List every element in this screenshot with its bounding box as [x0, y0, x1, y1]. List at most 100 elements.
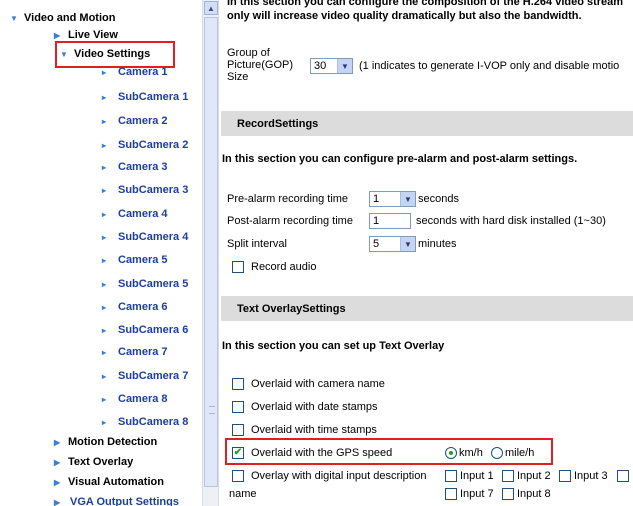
nav-camera-6[interactable]: ▸ Camera 6 [102, 301, 168, 313]
digital-input-label-line-1: Overlay with digital input description [251, 470, 427, 482]
collapsed-arrow-icon: ▶ [54, 30, 61, 40]
input-2-label: Input 2 [517, 470, 551, 482]
settings-content: In this section you can configure the co… [219, 0, 633, 506]
input-7-checkbox[interactable] [445, 488, 457, 500]
bullet-arrow-icon: ▸ [102, 92, 107, 102]
text-overlay-description: In this section you can set up Text Over… [222, 340, 445, 352]
input-1-label: Input 1 [460, 470, 494, 482]
gps-speed-checkbox[interactable]: ✔ [232, 447, 244, 459]
record-settings-description: In this section you can configure pre-al… [222, 153, 578, 165]
collapsed-arrow-icon: ▶ [54, 477, 61, 487]
chevron-down-icon: ▼ [400, 237, 415, 251]
post-alarm-input[interactable]: 1 [369, 213, 411, 229]
nav-label: Camera 3 [118, 161, 168, 173]
nav-label: SubCamera 4 [118, 231, 189, 243]
split-interval-unit: minutes [418, 238, 457, 250]
nav-label: Camera 6 [118, 301, 168, 313]
nav-camera-1[interactable]: ▸ Camera 1 [102, 66, 168, 78]
nav-subcamera-8[interactable]: ▸ SubCamera 8 [102, 416, 188, 428]
gop-label-line-1: Group of [227, 47, 270, 59]
nav-camera-2[interactable]: ▸ Camera 2 [102, 115, 168, 127]
collapsed-arrow-icon: ▶ [54, 497, 61, 506]
nav-motion-detection[interactable]: ▶ Motion Detection [54, 436, 157, 448]
nav-subcamera-4[interactable]: ▸ SubCamera 4 [102, 231, 188, 243]
input-7-label: Input 7 [460, 488, 494, 500]
navigation-tree: ▼ Video and Motion ▶ Live View ▼ Video S… [0, 0, 202, 506]
nav-visual-automation[interactable]: ▶ Visual Automation [54, 476, 164, 488]
input-1-checkbox[interactable] [445, 470, 457, 482]
gop-label-line-3: Size [227, 71, 249, 83]
mileh-radio[interactable] [491, 447, 503, 459]
nav-vga-output-settings[interactable]: ▶ VGA Output Settings [54, 496, 179, 506]
nav-subcamera-1[interactable]: ▸ SubCamera 1 [102, 91, 188, 103]
chevron-down-icon: ▼ [337, 59, 352, 73]
nav-text-overlay[interactable]: ▶ Text Overlay [54, 456, 133, 468]
gop-label-line-2: Picture(GOP) [227, 59, 294, 71]
nav-label: SubCamera 2 [118, 139, 189, 151]
nav-subcamera-7[interactable]: ▸ SubCamera 7 [102, 370, 188, 382]
record-audio-label: Record audio [251, 261, 317, 273]
scroll-thumb[interactable] [204, 17, 218, 487]
bullet-arrow-icon: ▸ [102, 255, 107, 265]
nav-camera-5[interactable]: ▸ Camera 5 [102, 254, 168, 266]
bullet-arrow-icon: ▸ [102, 116, 107, 126]
gop-size-select[interactable]: 30 ▼ [310, 58, 353, 74]
nav-label: SubCamera 1 [118, 91, 189, 103]
pre-alarm-value: 1 [373, 193, 380, 205]
nav-label: SubCamera 5 [118, 278, 189, 290]
split-interval-value: 5 [373, 238, 380, 250]
bullet-arrow-icon: ▸ [102, 347, 107, 357]
split-interval-label: Split interval [227, 238, 287, 250]
intro-text-line-1: In this section you can configure the co… [227, 0, 624, 8]
digital-input-checkbox[interactable] [232, 470, 244, 482]
kmh-label: km/h [459, 447, 483, 459]
nav-scrollbar[interactable]: ▲ [202, 0, 219, 506]
input-next-checkbox[interactable] [617, 470, 629, 482]
record-audio-checkbox[interactable] [232, 261, 244, 273]
gop-label: Group of Picture(GOP) Size [227, 47, 293, 83]
nav-label: SubCamera 6 [118, 324, 189, 336]
nav-video-and-motion[interactable]: ▼ Video and Motion [10, 12, 115, 24]
nav-camera-3[interactable]: ▸ Camera 3 [102, 161, 168, 173]
nav-camera-7[interactable]: ▸ Camera 7 [102, 346, 168, 358]
post-alarm-label: Post-alarm recording time [227, 215, 353, 227]
gps-speed-label: Overlaid with the GPS speed [251, 447, 393, 459]
nav-subcamera-3[interactable]: ▸ SubCamera 3 [102, 184, 188, 196]
expanded-arrow-icon: ▼ [10, 13, 18, 23]
chevron-down-icon: ▼ [400, 192, 415, 206]
split-interval-select[interactable]: 5 ▼ [369, 236, 416, 252]
nav-label: Camera 2 [118, 115, 168, 127]
nav-label: VGA Output Settings [70, 496, 179, 506]
bullet-arrow-icon: ▸ [102, 325, 107, 335]
bullet-arrow-icon: ▸ [102, 302, 107, 312]
bullet-arrow-icon: ▸ [102, 232, 107, 242]
scroll-grip-icon [209, 406, 215, 414]
pre-alarm-select[interactable]: 1 ▼ [369, 191, 416, 207]
kmh-radio[interactable] [445, 447, 457, 459]
text-overlay-settings-header: Text OverlaySettings [221, 296, 633, 321]
bullet-arrow-icon: ▸ [102, 417, 107, 427]
nav-subcamera-6[interactable]: ▸ SubCamera 6 [102, 324, 188, 336]
pre-alarm-unit: seconds [418, 193, 459, 205]
camera-name-checkbox[interactable] [232, 378, 244, 390]
input-2-checkbox[interactable] [502, 470, 514, 482]
input-8-checkbox[interactable] [502, 488, 514, 500]
nav-subcamera-2[interactable]: ▸ SubCamera 2 [102, 139, 188, 151]
nav-label: Camera 4 [118, 208, 168, 220]
nav-camera-8[interactable]: ▸ Camera 8 [102, 393, 168, 405]
nav-live-view[interactable]: ▶ Live View [54, 29, 118, 41]
nav-subcamera-5[interactable]: ▸ SubCamera 5 [102, 278, 188, 290]
digital-input-label-line-2: name [229, 488, 257, 500]
bullet-arrow-icon: ▸ [102, 209, 107, 219]
nav-camera-4[interactable]: ▸ Camera 4 [102, 208, 168, 220]
date-stamps-checkbox[interactable] [232, 401, 244, 413]
input-3-checkbox[interactable] [559, 470, 571, 482]
scroll-up-arrow-icon[interactable]: ▲ [204, 1, 218, 15]
nav-label: SubCamera 8 [118, 416, 189, 428]
time-stamps-checkbox[interactable] [232, 424, 244, 436]
bullet-arrow-icon: ▸ [102, 162, 107, 172]
pre-alarm-label: Pre-alarm recording time [227, 193, 349, 205]
gop-size-value: 30 [314, 60, 327, 72]
bullet-arrow-icon: ▸ [102, 140, 107, 150]
nav-label: Camera 8 [118, 393, 168, 405]
